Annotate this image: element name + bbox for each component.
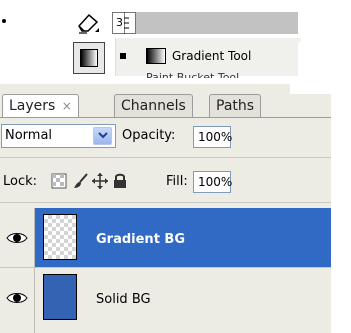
lock-label: Lock: xyxy=(3,174,38,189)
fill-label: Fill: xyxy=(166,174,188,189)
menu-item-gradient-tool[interactable]: Gradient Tool xyxy=(172,48,251,64)
tab-paths-label: Paths xyxy=(216,98,255,114)
layer-thumbnail[interactable] xyxy=(43,274,77,320)
chevron-down-icon xyxy=(97,132,108,139)
blank-area xyxy=(298,42,351,78)
tab-divider xyxy=(0,117,331,118)
lock-brush-icon[interactable] xyxy=(72,172,90,190)
panel-corner xyxy=(290,84,331,94)
eye-column-divider xyxy=(34,268,35,333)
blend-mode-value: Normal xyxy=(5,128,53,143)
tab-channels-label: Channels xyxy=(121,98,186,114)
close-icon[interactable]: × xyxy=(62,99,72,113)
tab-paths[interactable]: Paths xyxy=(209,94,262,118)
options-divider xyxy=(0,157,331,158)
fill-value: 100% xyxy=(198,175,233,189)
fill-input[interactable]: 100% xyxy=(193,171,233,193)
blend-mode-dropdown-button[interactable] xyxy=(93,127,112,145)
gradient-tool-icon xyxy=(80,49,98,67)
bullet-dot xyxy=(2,19,6,23)
visibility-toggle[interactable] xyxy=(0,268,34,327)
eye-column-divider xyxy=(34,208,35,267)
layer-name[interactable]: Gradient BG xyxy=(96,232,185,248)
gradient-menu-icon xyxy=(146,48,166,64)
lock-transparent-icon[interactable] xyxy=(50,172,68,190)
layer-name[interactable]: Solid BG xyxy=(96,292,151,308)
selected-tool-bullet xyxy=(120,53,126,59)
size-ruler-ticks xyxy=(124,12,129,34)
tab-layers[interactable]: Layers × xyxy=(2,94,79,118)
tab-layers-label: Layers xyxy=(9,98,56,114)
visibility-toggle[interactable] xyxy=(0,208,34,267)
brush-size-value: 3 xyxy=(116,16,123,29)
lock-move-icon[interactable] xyxy=(91,172,109,190)
lock-divider xyxy=(0,202,331,203)
eraser-icon[interactable] xyxy=(75,10,101,36)
eye-icon xyxy=(6,292,28,303)
tab-channels[interactable]: Channels xyxy=(114,94,193,118)
lock-all-icon[interactable] xyxy=(111,172,129,190)
options-bar xyxy=(136,12,298,34)
gradient-tool-button[interactable] xyxy=(73,42,105,74)
opacity-label: Opacity: xyxy=(122,128,176,143)
opacity-value: 100% xyxy=(198,130,233,144)
opacity-input[interactable]: 100% xyxy=(193,126,233,148)
layer-thumbnail[interactable] xyxy=(43,214,77,260)
eye-icon xyxy=(6,232,28,243)
menu-item-paint-bucket[interactable]: Paint Bucket Tool xyxy=(146,72,239,78)
panel-right-edge xyxy=(331,84,351,333)
